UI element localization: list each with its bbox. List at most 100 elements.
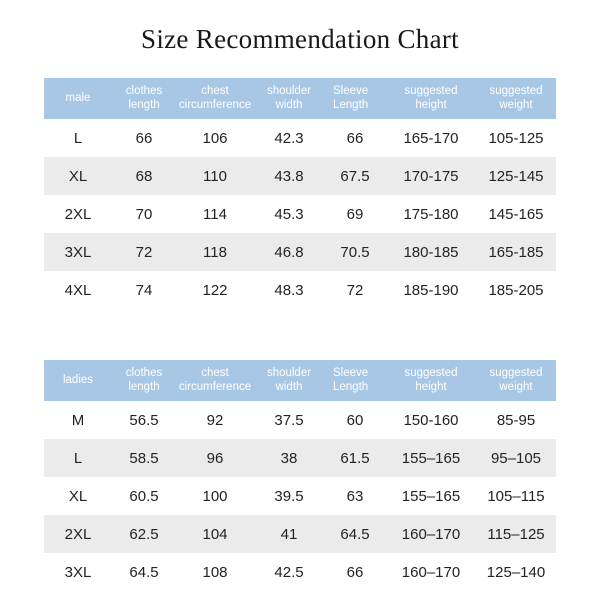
column-header-sleeve-length: Sleeve Length [324,78,386,120]
table-row: 2XL 70 114 45.3 69 175-180 145-165 [44,195,556,233]
cell-suggested-weight: 165-185 [476,233,556,272]
header-row: ladies clothes length chest circumferenc… [44,360,556,402]
cell-chest-circumference: 106 [202,129,228,147]
cell-sleeve-length: 67.5 [324,157,386,196]
column-header-size: ladies [44,360,112,402]
table-row: M 56.5 92 37.5 60 150-160 85-95 [44,401,556,439]
cell-suggested-height: 165-170 [403,129,459,147]
cell-clothes-length: 62.5 [112,515,176,554]
cell-clothes-length: 66 [135,129,153,147]
cell-clothes-length: 74 [135,281,153,299]
cell-chest-circumference: 104 [176,515,254,554]
table-row: 3XL 72 118 46.8 70.5 180-185 165-185 [44,233,556,272]
cell-suggested-height: 160–170 [401,563,461,581]
cell-size: 3XL [44,233,112,272]
table-body-ladies: M 56.5 92 37.5 60 150-160 85-95 L 58.5 9… [44,401,556,591]
cell-shoulder-width: 46.8 [254,233,324,272]
cell-suggested-height: 155–165 [401,487,461,505]
column-header-suggested-height: suggested height [386,360,476,402]
cell-clothes-length: 72 [112,233,176,272]
cell-suggested-weight: 95–105 [476,439,556,478]
column-header-clothes-length: clothes length [112,78,176,120]
cell-shoulder-width: 42.3 [274,129,304,147]
table-row: XL 68 110 43.8 67.5 170-175 125-145 [44,157,556,196]
cell-suggested-weight: 125-145 [476,157,556,196]
cell-size: 4XL [64,281,92,299]
cell-chest-circumference: 108 [202,563,228,581]
cell-suggested-height: 175-180 [403,205,459,223]
page-title: Size Recommendation Chart [141,24,459,54]
header-row: male clothes length chest circumference … [44,78,556,120]
table-row: 3XL 64.5 108 42.5 66 160–170 125–140 [44,553,556,591]
table-row: L 58.5 96 38 61.5 155–165 95–105 [44,439,556,478]
cell-size: XL [68,487,88,505]
cell-size: L [73,129,83,147]
cell-suggested-height: 155–165 [386,439,476,478]
cell-suggested-weight: 185-205 [488,281,544,299]
cell-shoulder-width: 41 [254,515,324,554]
column-header-size: male [44,78,112,120]
cell-suggested-height: 160–170 [386,515,476,554]
column-header-chest-circumference: chest circumference [176,360,254,402]
table-row: L 66 106 42.3 66 165-170 105-125 [44,119,556,157]
cell-shoulder-width: 42.5 [274,563,304,581]
table-row: 4XL 74 122 48.3 72 185-190 185-205 [44,271,556,309]
cell-sleeve-length: 61.5 [324,439,386,478]
cell-chest-circumference: 96 [176,439,254,478]
cell-sleeve-length: 69 [346,205,364,223]
cell-suggested-weight: 105-125 [488,129,544,147]
table-row: XL 60.5 100 39.5 63 155–165 105–115 [44,477,556,515]
column-header-sleeve-length: Sleeve Length [324,360,386,402]
cell-chest-circumference: 114 [203,205,227,223]
cell-clothes-length: 68 [112,157,176,196]
table-row: 2XL 62.5 104 41 64.5 160–170 115–125 [44,515,556,554]
cell-size: L [44,439,112,478]
cell-suggested-height: 150-160 [403,411,459,429]
column-header-suggested-weight: suggested weight [476,360,556,402]
cell-chest-circumference: 110 [176,157,254,196]
cell-size: M [71,411,85,429]
cell-size: XL [44,157,112,196]
cell-chest-circumference: 100 [202,487,228,505]
cell-suggested-weight: 125–140 [486,563,546,581]
table-body-male: L 66 106 42.3 66 165-170 105-125 XL 68 1… [44,119,556,309]
cell-shoulder-width: 37.5 [274,411,304,429]
cell-sleeve-length: 63 [346,487,364,505]
cell-sleeve-length: 72 [346,281,364,299]
cell-chest-circumference: 92 [206,411,224,429]
column-header-clothes-length: clothes length [112,360,176,402]
cell-shoulder-width: 43.8 [254,157,324,196]
table-header-ladies: ladies clothes length chest circumferenc… [44,360,556,402]
cell-suggested-weight: 115–125 [476,515,556,554]
cell-clothes-length: 60.5 [129,487,159,505]
cell-chest-circumference: 118 [176,233,254,272]
cell-sleeve-length: 64.5 [324,515,386,554]
cell-suggested-weight: 145-165 [488,205,544,223]
cell-suggested-height: 170-175 [386,157,476,196]
table-header-male: male clothes length chest circumference … [44,78,556,120]
column-header-suggested-height: suggested height [386,78,476,120]
cell-size: 2XL [64,205,92,223]
cell-suggested-weight: 105–115 [487,487,545,505]
cell-chest-circumference: 122 [202,281,228,299]
cell-sleeve-length: 66 [346,129,364,147]
cell-clothes-length: 64.5 [129,563,159,581]
column-header-shoulder-width: shoulder width [254,360,324,402]
cell-clothes-length: 70 [135,205,153,223]
cell-suggested-height: 180-185 [386,233,476,272]
column-header-suggested-weight: suggested weight [476,78,556,120]
size-chart-page: Size Recommendation Chart male clothes l… [0,0,600,600]
cell-sleeve-length: 60 [346,411,364,429]
cell-suggested-weight: 85-95 [496,411,536,429]
column-header-shoulder-width: shoulder width [254,78,324,120]
cell-size: 3XL [64,563,92,581]
cell-clothes-length: 58.5 [112,439,176,478]
cell-shoulder-width: 45.3 [274,205,304,223]
cell-shoulder-width: 39.5 [274,487,304,505]
cell-suggested-height: 185-190 [403,281,459,299]
cell-shoulder-width: 38 [254,439,324,478]
cell-clothes-length: 56.5 [129,411,159,429]
cell-size: 2XL [44,515,112,554]
cell-shoulder-width: 48.3 [274,281,304,299]
cell-sleeve-length: 70.5 [324,233,386,272]
